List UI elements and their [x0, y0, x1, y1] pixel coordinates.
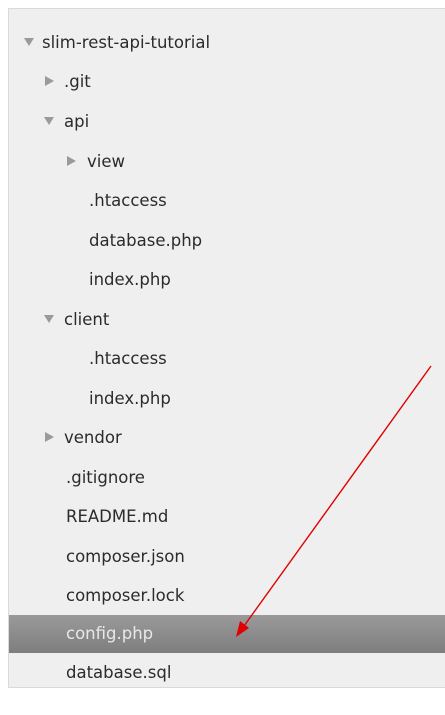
tree-item-label: README.md [66, 507, 169, 526]
tree-item-label: index.php [89, 270, 171, 289]
tree-item-label: .htaccess [89, 349, 167, 368]
tree-item-view-folder[interactable]: view [9, 144, 445, 180]
tree-item-api-htaccess-file[interactable]: .htaccess [9, 183, 445, 219]
tree-item-client-folder[interactable]: client [9, 302, 445, 338]
tree-item-label: config.php [66, 624, 154, 643]
tree-item-gitignore-file[interactable]: .gitignore [9, 460, 445, 496]
tree-item-label: composer.lock [66, 586, 185, 605]
triangle-down-icon[interactable] [23, 25, 37, 61]
tree-item-git-folder[interactable]: .git [9, 64, 445, 100]
tree-item-readme-file[interactable]: README.md [9, 499, 445, 535]
tree-item-api-database-file[interactable]: database.php [9, 223, 445, 259]
tree-item-label: client [64, 310, 110, 329]
tree-item-api-folder[interactable]: api [9, 104, 445, 140]
triangle-right-icon[interactable] [43, 420, 57, 456]
triangle-right-icon[interactable] [43, 64, 57, 100]
tree-item-root-folder[interactable]: slim-rest-api-tutorial [9, 25, 445, 61]
tree-item-database-sql-file[interactable]: database.sql [9, 655, 445, 691]
tree-item-label: slim-rest-api-tutorial [42, 33, 211, 52]
tree-item-label: vendor [64, 428, 122, 447]
tree-item-label: view [87, 152, 125, 171]
file-tree-panel: slim-rest-api-tutorial .git api view .ht… [8, 8, 445, 688]
tree-item-api-index-file[interactable]: index.php [9, 262, 445, 298]
tree-item-label: composer.json [66, 547, 185, 566]
tree-item-label: .git [64, 72, 91, 91]
tree-item-label: .gitignore [66, 468, 145, 487]
tree-item-client-htaccess-file[interactable]: .htaccess [9, 341, 445, 377]
tree-item-label: database.php [89, 231, 203, 250]
tree-item-label: .htaccess [89, 191, 167, 210]
tree-item-label: index.php [89, 389, 171, 408]
triangle-down-icon[interactable] [43, 302, 57, 338]
tree-item-composer-json-file[interactable]: composer.json [9, 539, 445, 575]
tree-item-label: database.sql [66, 663, 172, 682]
tree-item-config-file-selected[interactable]: config.php [9, 615, 445, 653]
tree-item-client-index-file[interactable]: index.php [9, 381, 445, 417]
triangle-right-icon[interactable] [65, 144, 79, 180]
triangle-down-icon[interactable] [43, 104, 57, 140]
tree-item-label: api [64, 112, 90, 131]
tree-item-vendor-folder[interactable]: vendor [9, 420, 445, 456]
tree-item-composer-lock-file[interactable]: composer.lock [9, 578, 445, 614]
